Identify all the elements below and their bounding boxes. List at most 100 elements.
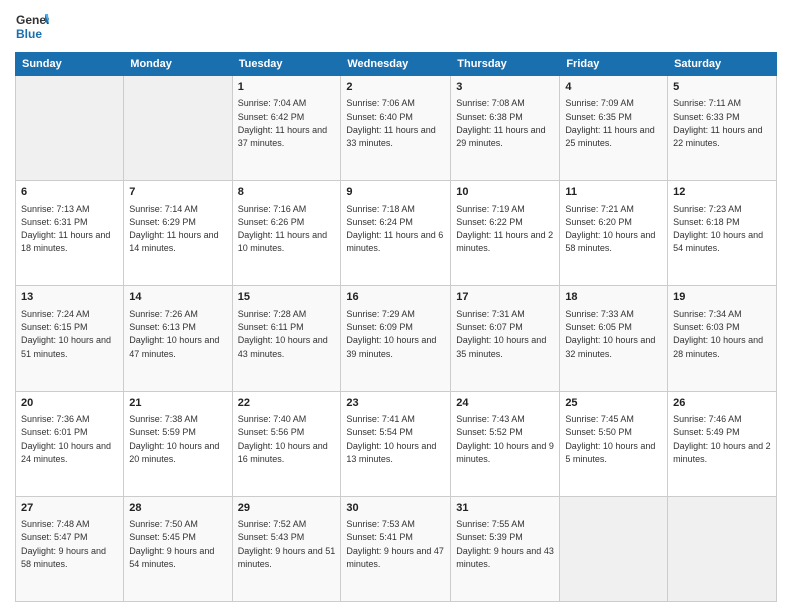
day-number: 14 xyxy=(129,290,226,305)
day-cell: 2 Sunrise: 7:06 AM Sunset: 6:40 PM Daylig… xyxy=(341,76,451,181)
day-cell: 9 Sunrise: 7:18 AM Sunset: 6:24 PM Daylig… xyxy=(341,181,451,286)
day-header-saturday: Saturday xyxy=(668,53,777,76)
day-info: Sunrise: 7:09 AM Sunset: 6:35 PM Dayligh… xyxy=(565,98,654,148)
header-row: SundayMondayTuesdayWednesdayThursdayFrid… xyxy=(16,53,777,76)
day-cell: 11 Sunrise: 7:21 AM Sunset: 6:20 PM Dayli… xyxy=(560,181,668,286)
header: General Blue xyxy=(15,10,777,44)
day-info: Sunrise: 7:16 AM Sunset: 6:26 PM Dayligh… xyxy=(238,204,327,254)
day-cell: 4 Sunrise: 7:09 AM Sunset: 6:35 PM Daylig… xyxy=(560,76,668,181)
day-info: Sunrise: 7:40 AM Sunset: 5:56 PM Dayligh… xyxy=(238,414,328,464)
day-header-monday: Monday xyxy=(124,53,232,76)
day-number: 30 xyxy=(346,501,445,516)
day-number: 23 xyxy=(346,396,445,411)
day-cell: 17 Sunrise: 7:31 AM Sunset: 6:07 PM Dayli… xyxy=(451,286,560,391)
day-cell: 10Sunrise: 7:19 AM Sunset: 6:22 PM Dayli… xyxy=(451,181,560,286)
day-info: Sunrise: 7:06 AM Sunset: 6:40 PM Dayligh… xyxy=(346,98,435,148)
day-info: Sunrise: 7:23 AM Sunset: 6:18 PM Dayligh… xyxy=(673,204,763,254)
week-row-5: 27 Sunrise: 7:48 AM Sunset: 5:47 PM Dayli… xyxy=(16,496,777,601)
day-number: 8 xyxy=(238,185,336,200)
day-info: Sunrise: 7:36 AM Sunset: 6:01 PM Dayligh… xyxy=(21,414,111,464)
day-cell: 29Sunrise: 7:52 AM Sunset: 5:43 PM Dayli… xyxy=(232,496,341,601)
day-cell: 21 Sunrise: 7:38 AM Sunset: 5:59 PM Dayli… xyxy=(124,391,232,496)
day-cell: 25Sunrise: 7:45 AM Sunset: 5:50 PM Dayli… xyxy=(560,391,668,496)
day-number: 5 xyxy=(673,80,771,95)
day-cell: 16 Sunrise: 7:29 AM Sunset: 6:09 PM Dayli… xyxy=(341,286,451,391)
day-number: 16 xyxy=(346,290,445,305)
day-info: Sunrise: 7:48 AM Sunset: 5:47 PM Dayligh… xyxy=(21,519,106,569)
day-number: 4 xyxy=(565,80,662,95)
day-info: Sunrise: 7:13 AM Sunset: 6:31 PM Dayligh… xyxy=(21,204,110,254)
week-row-4: 20 Sunrise: 7:36 AM Sunset: 6:01 PM Dayli… xyxy=(16,391,777,496)
day-number: 11 xyxy=(565,185,662,200)
day-number: 19 xyxy=(673,290,771,305)
day-info: Sunrise: 7:21 AM Sunset: 6:20 PM Dayligh… xyxy=(565,204,655,254)
day-cell: 30Sunrise: 7:53 AM Sunset: 5:41 PM Dayli… xyxy=(341,496,451,601)
day-cell: 23 Sunrise: 7:41 AM Sunset: 5:54 PM Dayli… xyxy=(341,391,451,496)
day-header-friday: Friday xyxy=(560,53,668,76)
day-info: Sunrise: 7:46 AM Sunset: 5:49 PM Dayligh… xyxy=(673,414,771,464)
day-number: 17 xyxy=(456,290,554,305)
day-cell: 3 Sunrise: 7:08 AM Sunset: 6:38 PM Daylig… xyxy=(451,76,560,181)
calendar-table: SundayMondayTuesdayWednesdayThursdayFrid… xyxy=(15,52,777,602)
day-number: 3 xyxy=(456,80,554,95)
day-info: Sunrise: 7:50 AM Sunset: 5:45 PM Dayligh… xyxy=(129,519,214,569)
week-row-3: 13 Sunrise: 7:24 AM Sunset: 6:15 PM Dayli… xyxy=(16,286,777,391)
day-number: 7 xyxy=(129,185,226,200)
day-info: Sunrise: 7:26 AM Sunset: 6:13 PM Dayligh… xyxy=(129,309,219,359)
day-cell: 1 Sunrise: 7:04 AM Sunset: 6:42 PM Daylig… xyxy=(232,76,341,181)
day-number: 28 xyxy=(129,501,226,516)
day-info: Sunrise: 7:38 AM Sunset: 5:59 PM Dayligh… xyxy=(129,414,219,464)
day-header-thursday: Thursday xyxy=(451,53,560,76)
day-info: Sunrise: 7:14 AM Sunset: 6:29 PM Dayligh… xyxy=(129,204,218,254)
day-cell xyxy=(16,76,124,181)
day-info: Sunrise: 7:18 AM Sunset: 6:24 PM Dayligh… xyxy=(346,204,443,254)
day-number: 12 xyxy=(673,185,771,200)
week-row-2: 6Sunrise: 7:13 AM Sunset: 6:31 PM Daylig… xyxy=(16,181,777,286)
day-number: 2 xyxy=(346,80,445,95)
day-header-tuesday: Tuesday xyxy=(232,53,341,76)
day-number: 22 xyxy=(238,396,336,411)
day-cell: 18Sunrise: 7:33 AM Sunset: 6:05 PM Dayli… xyxy=(560,286,668,391)
day-cell: 20 Sunrise: 7:36 AM Sunset: 6:01 PM Dayli… xyxy=(16,391,124,496)
day-cell xyxy=(124,76,232,181)
day-number: 15 xyxy=(238,290,336,305)
day-info: Sunrise: 7:08 AM Sunset: 6:38 PM Dayligh… xyxy=(456,98,545,148)
day-info: Sunrise: 7:41 AM Sunset: 5:54 PM Dayligh… xyxy=(346,414,436,464)
day-number: 31 xyxy=(456,501,554,516)
day-info: Sunrise: 7:33 AM Sunset: 6:05 PM Dayligh… xyxy=(565,309,655,359)
day-number: 21 xyxy=(129,396,226,411)
day-cell: 19 Sunrise: 7:34 AM Sunset: 6:03 PM Dayli… xyxy=(668,286,777,391)
day-number: 13 xyxy=(21,290,118,305)
day-cell xyxy=(560,496,668,601)
day-info: Sunrise: 7:04 AM Sunset: 6:42 PM Dayligh… xyxy=(238,98,327,148)
day-header-wednesday: Wednesday xyxy=(341,53,451,76)
day-number: 20 xyxy=(21,396,118,411)
day-info: Sunrise: 7:55 AM Sunset: 5:39 PM Dayligh… xyxy=(456,519,554,569)
day-cell: 28 Sunrise: 7:50 AM Sunset: 5:45 PM Dayli… xyxy=(124,496,232,601)
day-cell: 24 Sunrise: 7:43 AM Sunset: 5:52 PM Dayli… xyxy=(451,391,560,496)
day-info: Sunrise: 7:11 AM Sunset: 6:33 PM Dayligh… xyxy=(673,98,762,148)
day-info: Sunrise: 7:34 AM Sunset: 6:03 PM Dayligh… xyxy=(673,309,763,359)
day-number: 1 xyxy=(238,80,336,95)
day-cell: 7 Sunrise: 7:14 AM Sunset: 6:29 PM Daylig… xyxy=(124,181,232,286)
day-cell xyxy=(668,496,777,601)
day-info: Sunrise: 7:29 AM Sunset: 6:09 PM Dayligh… xyxy=(346,309,436,359)
day-number: 9 xyxy=(346,185,445,200)
day-info: Sunrise: 7:31 AM Sunset: 6:07 PM Dayligh… xyxy=(456,309,546,359)
day-number: 24 xyxy=(456,396,554,411)
day-cell: 22 Sunrise: 7:40 AM Sunset: 5:56 PM Dayli… xyxy=(232,391,341,496)
day-cell: 5 Sunrise: 7:11 AM Sunset: 6:33 PM Daylig… xyxy=(668,76,777,181)
day-info: Sunrise: 7:52 AM Sunset: 5:43 PM Dayligh… xyxy=(238,519,336,569)
day-cell: 27 Sunrise: 7:48 AM Sunset: 5:47 PM Dayli… xyxy=(16,496,124,601)
day-cell: 15Sunrise: 7:28 AM Sunset: 6:11 PM Dayli… xyxy=(232,286,341,391)
week-row-1: 1 Sunrise: 7:04 AM Sunset: 6:42 PM Daylig… xyxy=(16,76,777,181)
day-number: 27 xyxy=(21,501,118,516)
day-number: 26 xyxy=(673,396,771,411)
day-info: Sunrise: 7:24 AM Sunset: 6:15 PM Dayligh… xyxy=(21,309,111,359)
day-number: 25 xyxy=(565,396,662,411)
day-cell: 8 Sunrise: 7:16 AM Sunset: 6:26 PM Daylig… xyxy=(232,181,341,286)
day-cell: 26 Sunrise: 7:46 AM Sunset: 5:49 PM Dayli… xyxy=(668,391,777,496)
day-info: Sunrise: 7:19 AM Sunset: 6:22 PM Dayligh… xyxy=(456,204,553,254)
page: General Blue SundayMondayTuesdayWednesda… xyxy=(0,0,792,612)
day-info: Sunrise: 7:43 AM Sunset: 5:52 PM Dayligh… xyxy=(456,414,554,464)
